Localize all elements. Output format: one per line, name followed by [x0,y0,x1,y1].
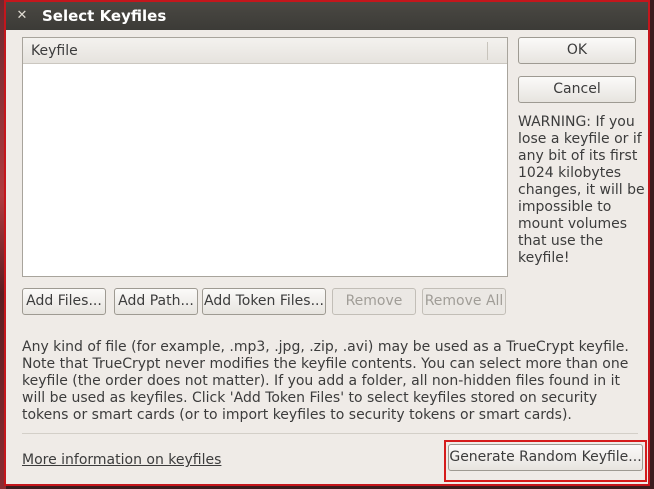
warning-text: WARNING: If you lose a keyfile or if any… [518,114,645,266]
keyfile-list-header[interactable]: Keyfile [23,38,507,64]
more-info-link[interactable]: More information on keyfiles [22,452,221,468]
ok-button[interactable]: OK [518,37,636,64]
select-keyfiles-dialog: ✕ Select Keyfiles Keyfile OK Cancel WARN… [4,0,650,486]
divider [22,433,638,434]
remove-button[interactable]: Remove [332,288,416,315]
highlight-box [444,440,647,482]
title-bar[interactable]: ✕ Select Keyfiles [6,2,648,30]
window-title: Select Keyfiles [42,7,167,25]
remove-all-button[interactable]: Remove All [422,288,506,315]
add-files-button[interactable]: Add Files... [22,288,106,315]
keyfile-description: Any kind of file (for example, .mp3, .jp… [22,339,629,423]
cancel-button[interactable]: Cancel [518,76,636,103]
add-path-button[interactable]: Add Path... [114,288,198,315]
column-separator [487,42,488,60]
keyfile-list[interactable]: Keyfile [22,37,508,277]
close-icon[interactable]: ✕ [14,8,30,24]
add-token-files-button[interactable]: Add Token Files... [202,288,326,315]
column-header-keyfile[interactable]: Keyfile [31,43,78,59]
